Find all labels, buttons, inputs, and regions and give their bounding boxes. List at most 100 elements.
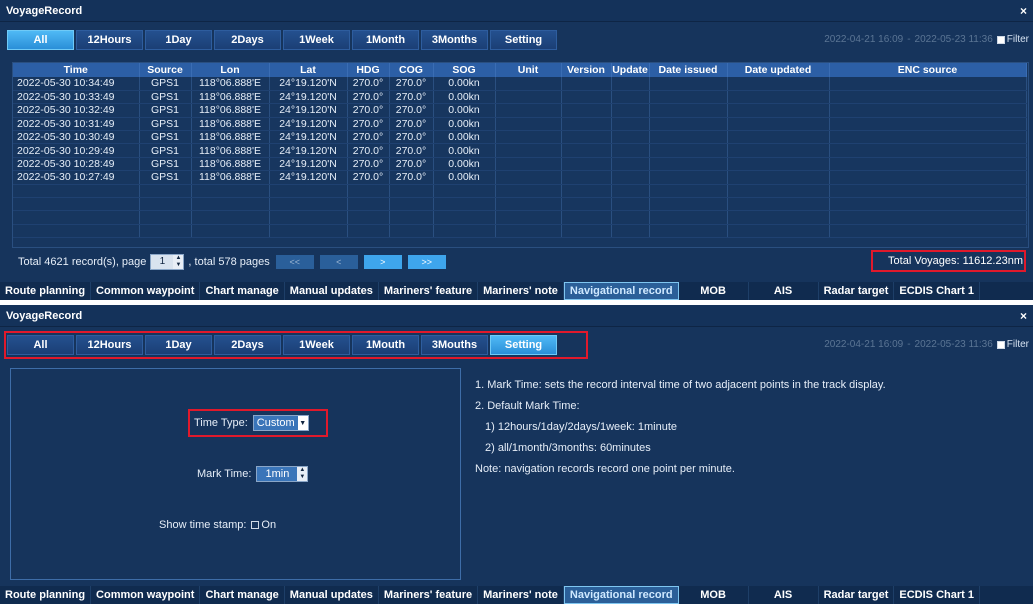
nav-mob[interactable]: MOB — [679, 586, 749, 604]
nav-common-waypoint[interactable]: Common waypoint — [91, 282, 201, 300]
table-row[interactable]: 2022-05-30 10:33:49 GPS1 118°06.888'E 24°19… — [13, 90, 1027, 105]
table-cell — [649, 143, 728, 158]
nav-common-waypoint[interactable]: Common waypoint — [91, 586, 201, 604]
nav-route-planning[interactable]: Route planning — [0, 282, 92, 300]
column-header-version[interactable]: Version — [561, 63, 612, 77]
spin-arrows-icon[interactable]: ▲ ▼ — [173, 255, 184, 269]
first-page-button[interactable]: << — [275, 255, 314, 269]
nav-chart-manage[interactable]: Chart manage — [200, 282, 285, 300]
tab-12hours[interactable]: 12Hours — [76, 30, 143, 50]
tab-12hours[interactable]: 12Hours — [76, 335, 143, 355]
tab-setting[interactable]: Setting — [490, 335, 557, 355]
column-header-date-updated[interactable]: Date updated — [727, 63, 830, 77]
table-cell: 24°19.120'N — [269, 157, 348, 172]
tab-1week[interactable]: 1Week — [283, 335, 350, 355]
table-cell: GPS1 — [139, 157, 192, 172]
table-cell: 270.0° — [389, 90, 434, 105]
table-cell — [829, 143, 1027, 158]
tab-setting[interactable]: Setting — [490, 30, 557, 50]
nav-radar-target[interactable]: Radar target — [819, 282, 895, 300]
table-cell — [191, 210, 270, 225]
table-row[interactable]: 2022-05-30 10:30:49 GPS1 118°06.888'E 24°19… — [13, 130, 1027, 145]
tab-1mouth[interactable]: 1Mouth — [352, 335, 419, 355]
nav-route-planning[interactable]: Route planning — [0, 586, 92, 604]
date-range-end: 2022-05-23 11:36 — [914, 339, 993, 350]
tab-1day[interactable]: 1Day — [145, 30, 212, 50]
nav-ais[interactable]: AIS — [749, 282, 819, 300]
table-cell — [347, 184, 390, 199]
column-header-lat[interactable]: Lat — [269, 63, 348, 77]
table-row[interactable]: 2022-05-30 10:28:49 GPS1 118°06.888'E 24°19… — [13, 157, 1027, 172]
table-cell — [611, 184, 650, 199]
nav-ecdis-chart-1[interactable]: ECDIS Chart 1 — [894, 282, 980, 300]
nav-ecdis-chart-1[interactable]: ECDIS Chart 1 — [894, 586, 980, 604]
date-range-start: 2022-04-21 16:09 — [824, 339, 904, 350]
table-cell: 270.0° — [347, 90, 390, 105]
table-cell: 0.00kn — [433, 103, 496, 118]
tab-1day[interactable]: 1Day — [145, 335, 212, 355]
next-page-button[interactable]: > — [363, 255, 402, 269]
table-row[interactable]: 2022-05-30 10:34:49 GPS1 118°06.888'E 24°19… — [13, 77, 1027, 91]
tab-all[interactable]: All — [7, 335, 74, 355]
column-header-unit[interactable]: Unit — [495, 63, 562, 77]
nav-mob[interactable]: MOB — [679, 282, 749, 300]
prev-page-button[interactable]: < — [319, 255, 358, 269]
table-cell — [495, 170, 562, 185]
table-cell — [191, 197, 270, 212]
page-number-stepper[interactable]: 1 ▲ ▼ — [150, 254, 185, 270]
nav-mariners-feature[interactable]: Mariners' feature — [379, 586, 479, 604]
nav-navigational-record[interactable]: Navigational record — [563, 282, 679, 300]
nav-mariners-note[interactable]: Mariners' note — [478, 282, 564, 300]
table-cell — [433, 184, 496, 199]
column-header-cog[interactable]: COG — [389, 63, 434, 77]
table-row[interactable]: 2022-05-30 10:31:49 GPS1 118°06.888'E 24°19… — [13, 117, 1027, 132]
help-line: 2. Default Mark Time: — [475, 400, 580, 412]
table-cell — [649, 224, 728, 239]
nav-manual-updates[interactable]: Manual updates — [285, 586, 379, 604]
nav-manual-updates[interactable]: Manual updates — [285, 282, 379, 300]
tab-all[interactable]: All — [7, 30, 74, 50]
spin-arrows-icon[interactable]: ▲ ▼ — [297, 467, 308, 481]
table-row[interactable]: 2022-05-30 10:27:49 GPS1 118°06.888'E 24°19… — [13, 170, 1027, 185]
table-cell — [649, 170, 728, 185]
table-cell: 270.0° — [389, 157, 434, 172]
nav-mariners-feature[interactable]: Mariners' feature — [379, 282, 479, 300]
close-icon[interactable]: × — [1020, 4, 1027, 18]
column-header-enc-source[interactable]: ENC source — [829, 63, 1027, 77]
time-type-dropdown[interactable]: Custom ▼ — [252, 415, 309, 431]
table-cell — [561, 117, 612, 132]
nav-mariners-note[interactable]: Mariners' note — [478, 586, 564, 604]
close-icon[interactable]: × — [1020, 309, 1027, 323]
tab-3months[interactable]: 3Months — [421, 30, 488, 50]
nav-navigational-record[interactable]: Navigational record — [563, 586, 679, 604]
table-cell — [649, 157, 728, 172]
tab-1week[interactable]: 1Week — [283, 30, 350, 50]
column-header-sog[interactable]: SOG — [433, 63, 496, 77]
table-cell: 270.0° — [389, 103, 434, 118]
column-header-lon[interactable]: Lon — [191, 63, 270, 77]
column-header-source[interactable]: Source — [139, 63, 192, 77]
column-header-date-issued[interactable]: Date issued — [649, 63, 728, 77]
nav-chart-manage[interactable]: Chart manage — [200, 586, 285, 604]
mark-time-stepper[interactable]: 1min ▲ ▼ — [256, 466, 309, 482]
tab-3mouths[interactable]: 3Mouths — [421, 335, 488, 355]
table-row[interactable]: 2022-05-30 10:29:49 GPS1 118°06.888'E 24°19… — [13, 143, 1027, 158]
column-header-update[interactable]: Update — [611, 63, 650, 77]
filter-checkbox[interactable]: Filter — [996, 339, 1029, 350]
table-cell: 270.0° — [389, 130, 434, 145]
page-number-value: 1 — [151, 255, 174, 269]
column-header-time[interactable]: Time — [13, 63, 140, 77]
filter-checkbox[interactable]: Filter — [996, 34, 1029, 45]
tab-1month[interactable]: 1Month — [352, 30, 419, 50]
last-page-button[interactable]: >> — [407, 255, 446, 269]
tab-2days[interactable]: 2Days — [214, 335, 281, 355]
date-range-end: 2022-05-23 11:36 — [914, 34, 993, 45]
column-header-hdg[interactable]: HDG — [347, 63, 390, 77]
show-stamp-checkbox[interactable]: On — [251, 519, 276, 531]
nav-radar-target[interactable]: Radar target — [819, 586, 895, 604]
table-cell — [347, 224, 390, 239]
tab-2days[interactable]: 2Days — [214, 30, 281, 50]
table-row[interactable]: 2022-05-30 10:32:49 GPS1 118°06.888'E 24°19… — [13, 103, 1027, 118]
nav-ais[interactable]: AIS — [749, 586, 819, 604]
table-cell: 270.0° — [347, 157, 390, 172]
